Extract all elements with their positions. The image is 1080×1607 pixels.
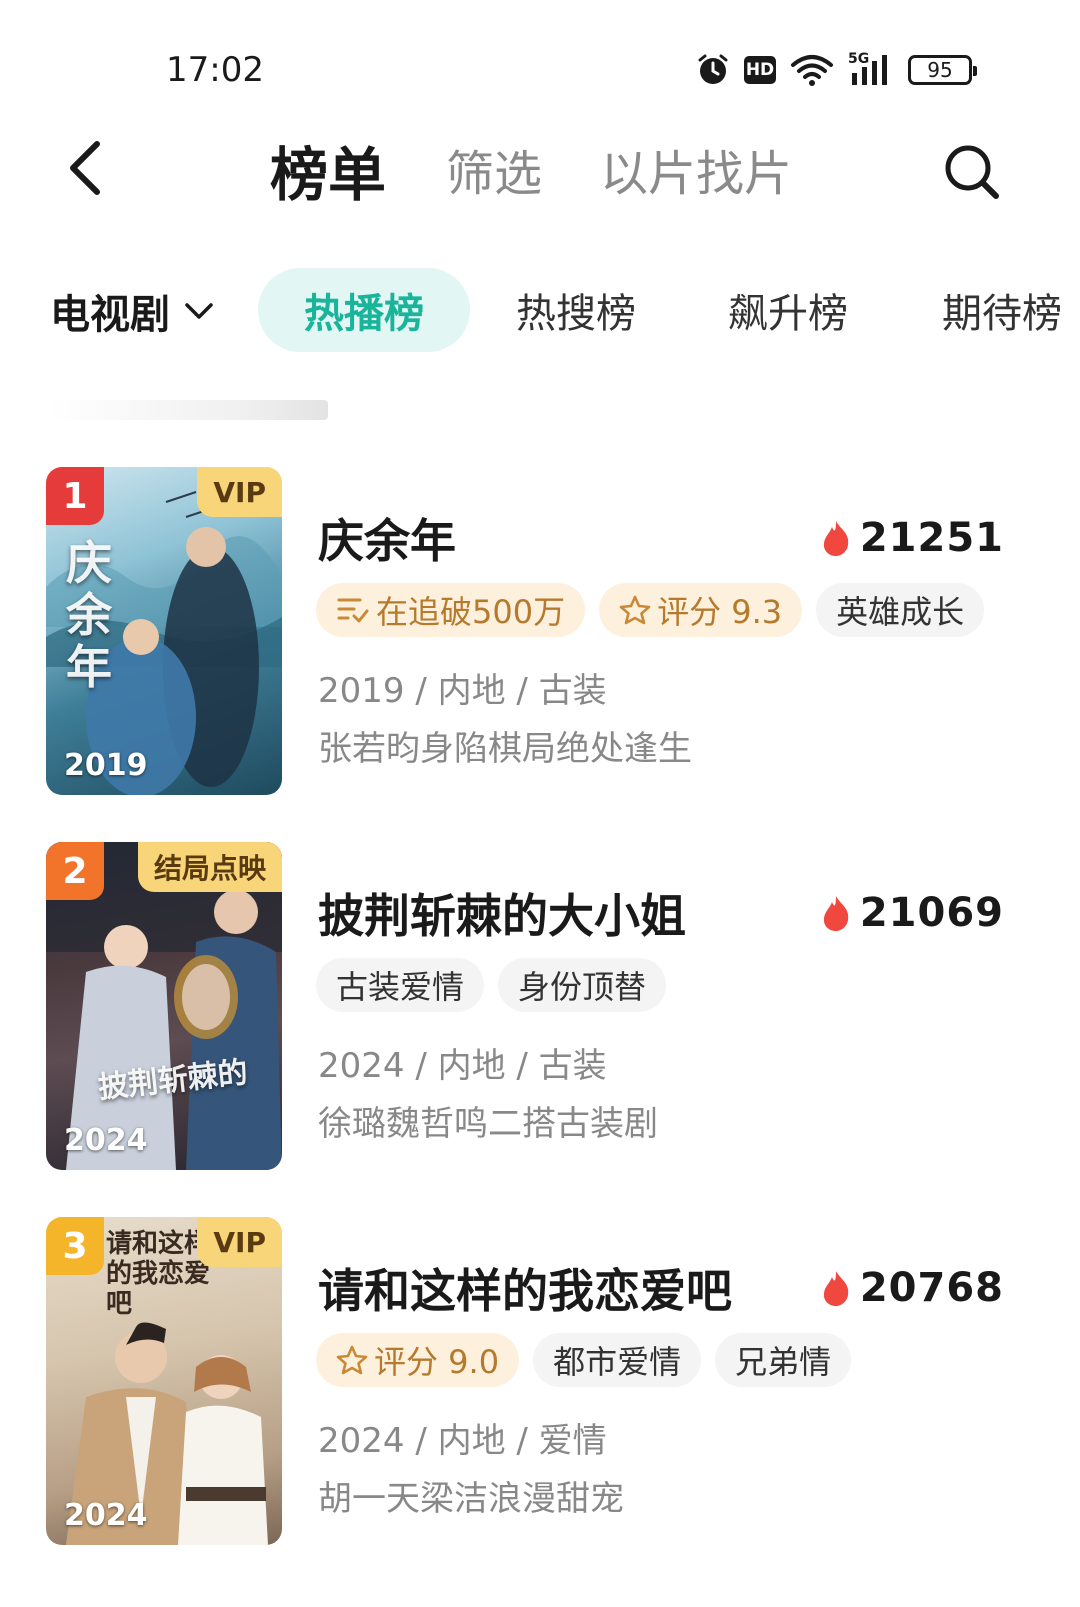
flame-icon	[823, 521, 849, 556]
poster-year: 2019	[64, 748, 148, 783]
tag-rating[interactable]: 评分 9.3	[599, 583, 803, 637]
item-meta: 2024 / 内地 / 爱情	[318, 1421, 607, 1461]
signal-icon: 5G	[848, 51, 894, 87]
item-description: 胡一天梁洁浪漫甜宠	[318, 1479, 624, 1519]
poster-title-art: 庆余年	[66, 536, 112, 694]
tag[interactable]: 都市爱情	[533, 1333, 702, 1387]
tag[interactable]: 兄弟情	[715, 1333, 852, 1387]
poster-year: 2024	[64, 1498, 148, 1533]
status-time: 17:02	[166, 50, 264, 90]
heat-value: 20768	[859, 1265, 1004, 1311]
rank-filter-row: 电视剧 热播榜 热搜榜 飙升榜 期待榜	[0, 264, 1080, 356]
tag-rating[interactable]: 评分 9.0	[316, 1333, 520, 1387]
list-item[interactable]: 披荆斩棘的 2 结局点映 2024 披荆斩棘的大小姐 21069 古装爱情 身份…	[0, 842, 1080, 1172]
alarm-icon	[696, 53, 730, 87]
vip-badge: VIP	[197, 467, 282, 517]
search-icon	[945, 145, 999, 199]
status-bar: 17:02 HD 5G 95	[0, 0, 1080, 120]
back-button[interactable]	[60, 138, 110, 198]
status-icons: HD 5G 95	[696, 50, 977, 90]
top-nav: 榜单 筛选 以片找片	[0, 120, 1080, 230]
star-icon	[336, 1345, 368, 1375]
tag-list: 古装爱情 身份顶替	[316, 958, 667, 1012]
item-description: 张若昀身陷棋局绝处逢生	[318, 729, 692, 769]
star-icon	[619, 595, 651, 625]
heat-value: 21069	[859, 890, 1004, 936]
tag-label: 评分 9.3	[657, 593, 783, 631]
wifi-icon	[790, 53, 834, 87]
battery-indicator: 95	[908, 55, 977, 85]
poster-image[interactable]: 请和这样的我恋爱吧 3 VIP 2024	[46, 1217, 282, 1545]
poster-image[interactable]: 披荆斩棘的 2 结局点映 2024	[46, 842, 282, 1170]
tag-label: 身份顶替	[518, 968, 647, 1006]
item-title[interactable]: 请和这样的我恋爱吧	[318, 1255, 732, 1321]
heat-value: 21251	[859, 515, 1004, 561]
list-item[interactable]: 庆余年 1 VIP 2019 庆余年 21251 在追破500万 评分 9.3 …	[0, 467, 1080, 797]
flame-icon	[823, 1271, 849, 1306]
tag-label: 兄弟情	[735, 1343, 832, 1381]
tag-label: 古装爱情	[336, 968, 465, 1006]
tag-label: 在追破500万	[376, 593, 566, 631]
tag-label: 英雄成长	[836, 593, 965, 631]
tag-list: 在追破500万 评分 9.3 英雄成长	[316, 583, 985, 637]
category-label: 电视剧	[50, 292, 170, 338]
heat-score: 21069	[820, 890, 1004, 936]
category-dropdown[interactable]: 电视剧	[50, 282, 214, 340]
scroll-shadow	[48, 400, 328, 420]
tab-hot-search[interactable]: 热搜榜	[470, 268, 682, 352]
tag-list: 评分 9.0 都市爱情 兄弟情	[316, 1333, 852, 1387]
tab-ranking[interactable]: 榜单	[270, 128, 386, 212]
tab-find-by-film[interactable]: 以片找片	[600, 134, 792, 204]
hd-icon: HD	[744, 56, 776, 84]
tab-rising[interactable]: 飙升榜	[682, 268, 894, 352]
rank-badge: 1	[46, 467, 104, 525]
item-meta: 2019 / 内地 / 古装	[318, 671, 607, 711]
tag[interactable]: 身份顶替	[498, 958, 667, 1012]
tag[interactable]: 英雄成长	[816, 583, 985, 637]
item-title[interactable]: 庆余年	[318, 505, 456, 571]
tag-label: 都市爱情	[553, 1343, 682, 1381]
list-check-icon	[337, 598, 369, 623]
vip-badge: VIP	[197, 1217, 282, 1267]
chevron-left-icon	[70, 141, 100, 195]
item-meta: 2024 / 内地 / 古装	[318, 1046, 607, 1086]
tag-label: 评分 9.0	[374, 1343, 500, 1381]
network-type: 5G	[848, 51, 870, 67]
heat-score: 20768	[820, 1265, 1004, 1311]
rank-badge: 3	[46, 1217, 104, 1275]
tag[interactable]: 在追破500万	[316, 583, 586, 637]
poster-year: 2024	[64, 1123, 148, 1158]
item-title[interactable]: 披荆斩棘的大小姐	[318, 880, 686, 946]
chevron-down-icon	[185, 303, 213, 319]
tab-filter[interactable]: 筛选	[446, 134, 542, 204]
item-description: 徐璐魏哲鸣二搭古装剧	[318, 1104, 658, 1144]
finale-badge: 结局点映	[137, 842, 282, 892]
flame-icon	[823, 896, 849, 931]
search-button[interactable]	[940, 140, 1004, 204]
tab-anticipated[interactable]: 期待榜	[894, 268, 1080, 352]
rank-badge: 2	[46, 842, 104, 900]
tag[interactable]: 古装爱情	[316, 958, 485, 1012]
tab-hot-play[interactable]: 热播榜	[258, 268, 470, 352]
poster-image[interactable]: 庆余年 1 VIP 2019	[46, 467, 282, 795]
list-item[interactable]: 请和这样的我恋爱吧 3 VIP 2024 请和这样的我恋爱吧 20768 评分 …	[0, 1217, 1080, 1547]
heat-score: 21251	[820, 515, 1004, 561]
